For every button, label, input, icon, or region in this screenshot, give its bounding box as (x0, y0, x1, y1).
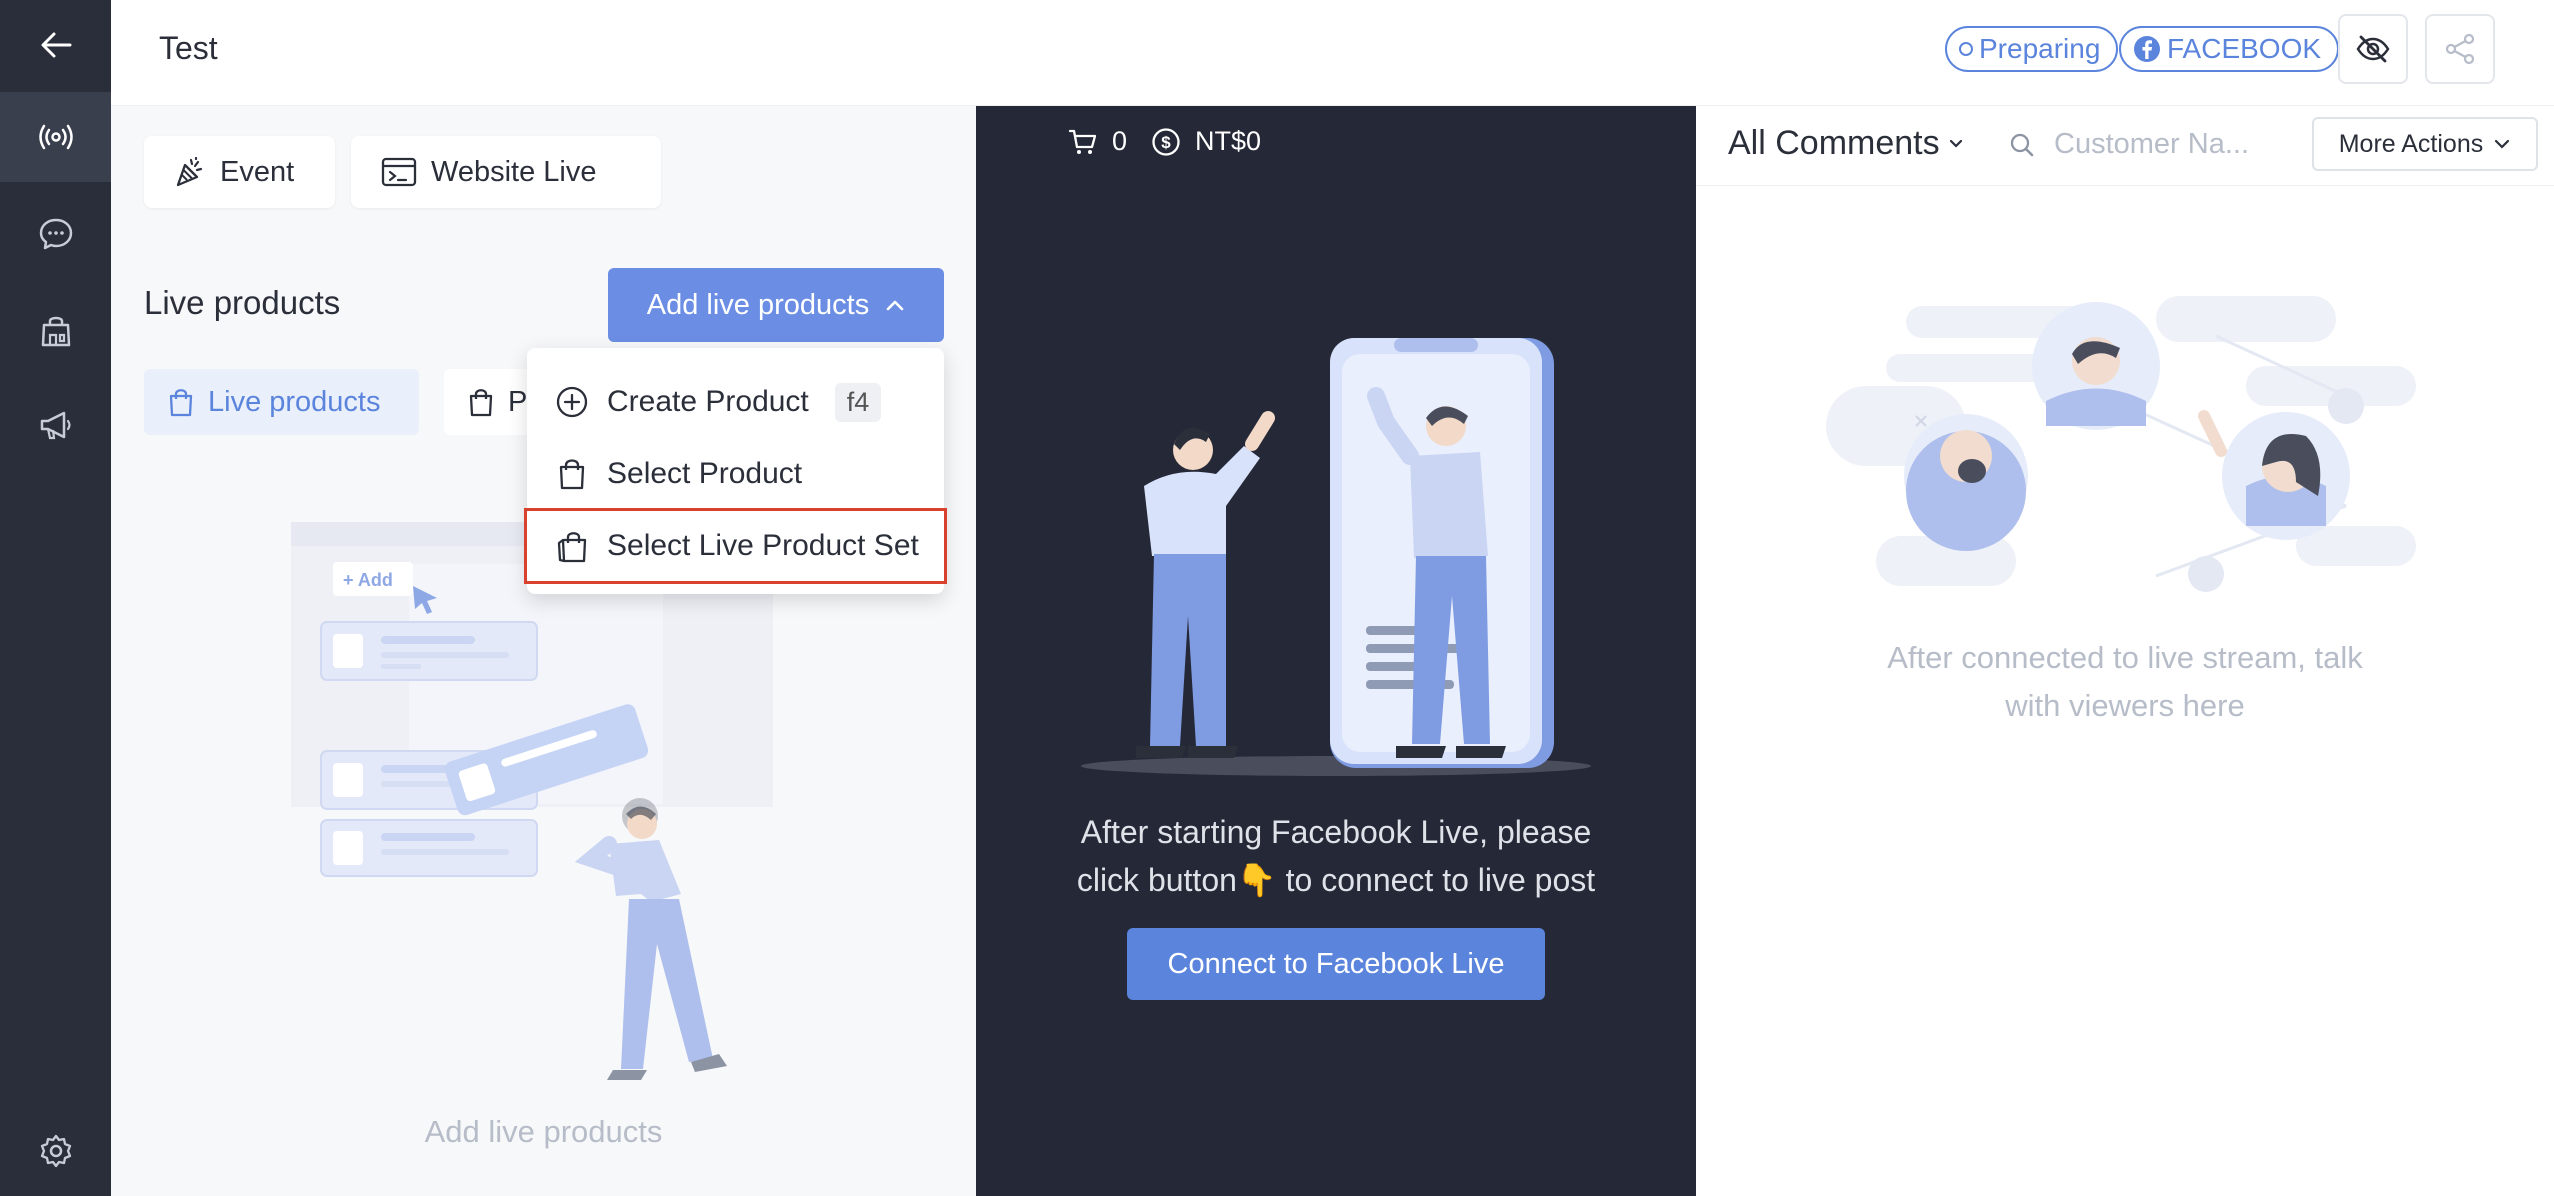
comments-empty-illustration (1826, 296, 2416, 592)
sidebar-item-live[interactable] (0, 92, 111, 182)
party-popper-icon (176, 156, 203, 187)
instructions-line-1: After starting Facebook Live, please (1080, 814, 1592, 850)
more-actions-button[interactable]: More Actions (2312, 117, 2538, 171)
chevron-up-icon (886, 300, 904, 311)
illustration-add-text: + Add (343, 570, 393, 590)
sidebar-item-marketing[interactable] (0, 380, 111, 470)
event-label: Event (220, 155, 295, 188)
stream-stats: 0 $ NT$0 (1068, 126, 1261, 157)
megaphone-icon (40, 411, 71, 440)
tab-other-label: P (508, 385, 528, 418)
menu-item-select-product[interactable]: Select Product (527, 439, 944, 509)
comments-filter-label: All Comments (1728, 124, 1940, 162)
chevron-down-icon (1949, 139, 1962, 148)
add-live-products-button[interactable]: Add live products (608, 268, 944, 342)
comments-empty-line-2: with viewers here (2005, 688, 2245, 723)
add-live-products-label: Add live products (646, 288, 870, 321)
share-icon (2445, 33, 2475, 65)
facebook-icon (2134, 36, 2160, 62)
instructions-line-2: click button👇 to connect to live post (1076, 862, 1596, 898)
tab-live-products[interactable]: Live products (144, 369, 419, 435)
customer-search (2008, 128, 2254, 161)
browser-window-icon (381, 157, 417, 187)
create-product-label: Create Product (607, 385, 809, 418)
chevron-down-icon (2495, 139, 2510, 149)
dollar-circle-icon: $ (1152, 127, 1180, 156)
plus-circle-icon (556, 386, 588, 418)
shortcut-badge: f4 (834, 382, 882, 422)
tab-live-products-label: Live products (208, 385, 381, 418)
shopping-bag-icon (169, 389, 193, 417)
sidebar (0, 0, 111, 1196)
search-icon (2010, 133, 2034, 156)
connect-facebook-live-button[interactable]: Connect to Facebook Live (1127, 928, 1545, 1000)
page-title: Test (159, 30, 218, 66)
revenue-value: NT$0 (1195, 126, 1262, 156)
comments-panel: All Comments More Actions (1696, 106, 2554, 1196)
menu-item-create-product[interactable]: Create Product f4 (527, 367, 944, 437)
store-icon (41, 316, 70, 347)
gear-icon (40, 1134, 71, 1168)
status-label: Preparing (1979, 33, 2101, 64)
cart-count: 0 (1112, 126, 1128, 156)
back-button[interactable] (0, 0, 111, 90)
more-actions-label: More Actions (2338, 129, 2484, 158)
empty-state-caption: Add live products (424, 1114, 663, 1149)
status-badge: Preparing (1945, 26, 2119, 72)
eye-off-icon (2356, 35, 2390, 63)
shopping-bag-icon (559, 459, 585, 490)
select-live-product-set-label: Select Live Product Set (607, 529, 919, 562)
website-live-label: Website Live (431, 155, 597, 188)
live-products-panel: Event Website Live Live products Add liv… (111, 106, 976, 1196)
comments-empty-line-1: After connected to live stream, talk (1887, 640, 2363, 675)
facebook-live-instructions: After starting Facebook Live, please cli… (976, 808, 1696, 904)
customer-search-input[interactable] (2054, 128, 2254, 161)
settings-button[interactable] (0, 1106, 111, 1196)
shopping-bags-icon (557, 532, 587, 563)
shopping-bag-icon (469, 389, 493, 417)
website-live-button[interactable]: Website Live (351, 136, 661, 208)
add-products-dropdown: Create Product f4 Select Product Select … (524, 348, 947, 594)
visibility-toggle-button[interactable] (2338, 14, 2408, 84)
arrow-left-icon (41, 32, 71, 58)
live-stream-panel: 0 $ NT$0 After starting Facebook Live, p (976, 106, 1696, 1196)
comments-filter-dropdown[interactable]: All Comments (1728, 124, 1964, 163)
live-products-heading: Live products (144, 284, 341, 321)
event-button[interactable]: Event (144, 136, 335, 208)
select-product-label: Select Product (607, 457, 803, 490)
menu-item-select-live-product-set[interactable]: Select Live Product Set (524, 508, 947, 584)
header: Test Preparing FACEBOOK (111, 0, 2554, 106)
share-button[interactable] (2425, 14, 2495, 84)
comments-empty-message: After connected to live stream, talk wit… (1696, 634, 2554, 730)
chat-bubble-icon (39, 218, 72, 250)
svg-text:$: $ (1161, 133, 1171, 152)
sidebar-item-shop[interactable] (0, 286, 111, 376)
comments-toolbar: All Comments More Actions (1696, 106, 2554, 186)
broadcast-icon (38, 124, 73, 150)
status-dot-icon (1959, 42, 1973, 56)
facebook-live-illustration (1081, 338, 1591, 776)
platform-label: FACEBOOK (2167, 33, 2322, 64)
sidebar-item-chat[interactable] (0, 188, 111, 278)
cart-icon (1068, 129, 1097, 154)
platform-badge: FACEBOOK (2119, 26, 2340, 72)
empty-products-illustration: + Add (291, 522, 773, 1080)
